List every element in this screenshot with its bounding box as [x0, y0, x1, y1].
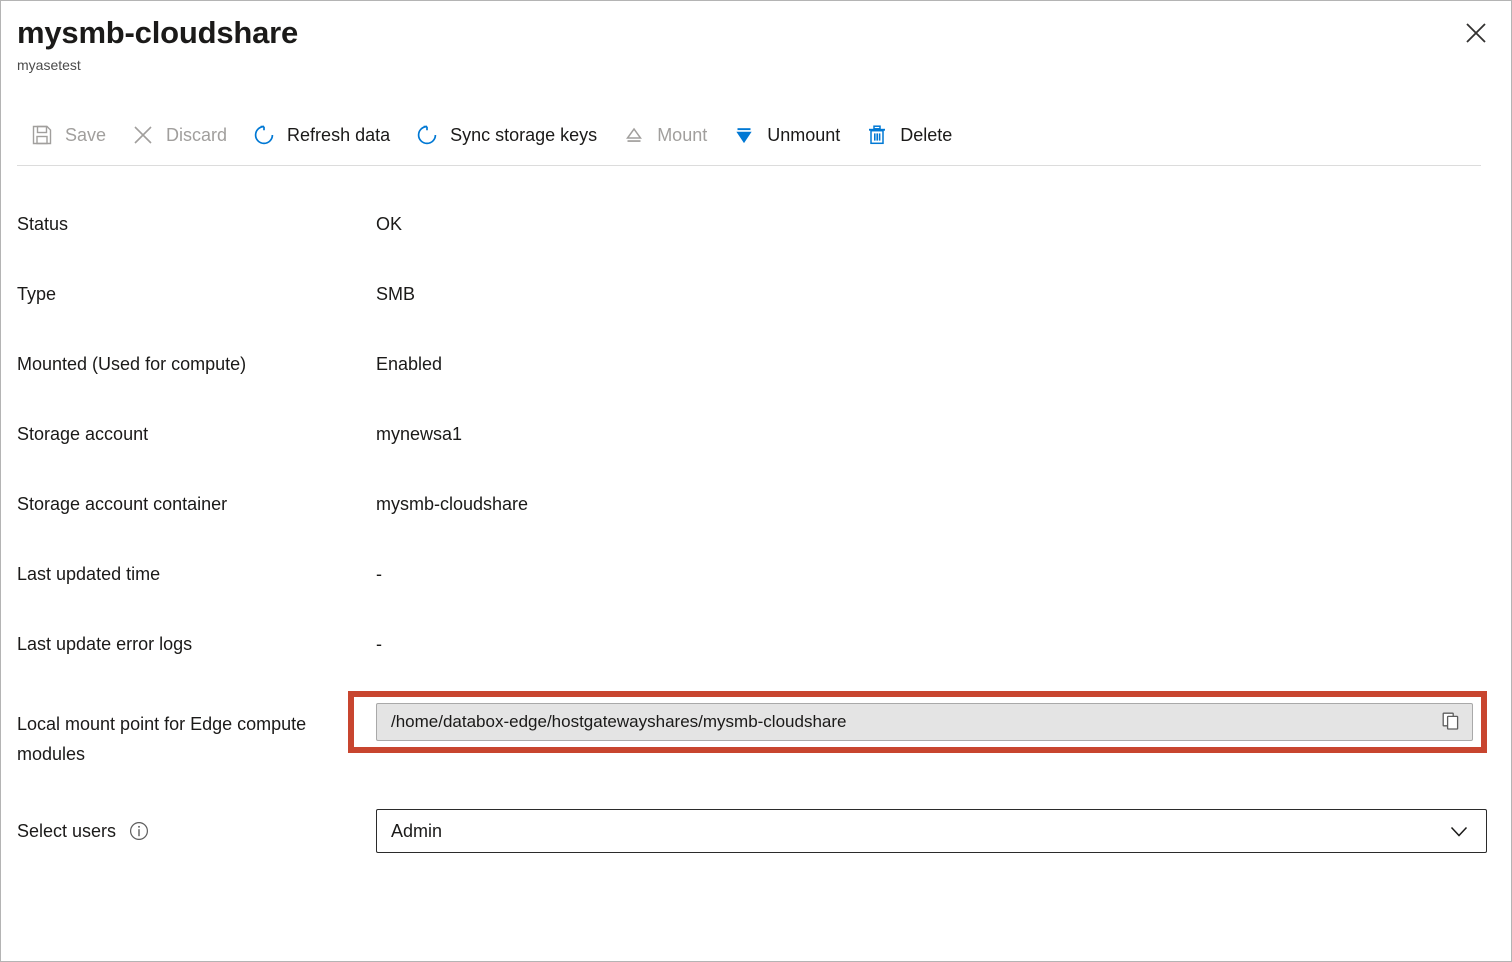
property-label: Storage account	[17, 411, 376, 449]
delete-button[interactable]: Delete	[852, 113, 964, 157]
property-row-local-mount-point: Local mount point for Edge compute modul…	[17, 691, 1487, 791]
property-value: -	[376, 621, 1487, 659]
delete-label: Delete	[900, 125, 952, 146]
unmount-icon	[731, 122, 757, 148]
select-users-dropdown[interactable]: Admin	[376, 809, 1487, 853]
local-mount-point-value: /home/databox-edge/hostgatewayshares/mys…	[391, 712, 846, 732]
property-label: Last update error logs	[17, 621, 376, 659]
property-row-status: Status OK	[17, 201, 1487, 271]
property-row-storage-account-container: Storage account container mysmb-cloudsha…	[17, 481, 1487, 551]
property-row-last-update-error-logs: Last update error logs -	[17, 621, 1487, 691]
refresh-data-label: Refresh data	[287, 125, 390, 146]
page-title: mysmb-cloudshare	[17, 13, 1495, 53]
properties-list: Status OK Type SMB Mounted (Used for com…	[17, 201, 1487, 865]
property-value: -	[376, 551, 1487, 589]
property-value: OK	[376, 201, 1487, 239]
highlight-annotation: /home/databox-edge/hostgatewayshares/mys…	[348, 691, 1487, 753]
unmount-label: Unmount	[767, 125, 840, 146]
property-value: Enabled	[376, 341, 1487, 379]
property-value: SMB	[376, 271, 1487, 309]
sync-storage-keys-label: Sync storage keys	[450, 125, 597, 146]
close-icon	[1462, 19, 1490, 50]
property-label: Storage account container	[17, 481, 376, 519]
refresh-icon	[251, 122, 277, 148]
mount-icon	[621, 122, 647, 148]
local-mount-point-field[interactable]: /home/databox-edge/hostgatewayshares/mys…	[376, 703, 1473, 741]
save-icon	[29, 122, 55, 148]
mount-button[interactable]: Mount	[609, 113, 719, 157]
property-label: Status	[17, 201, 376, 239]
save-label: Save	[65, 125, 106, 146]
property-label: Last updated time	[17, 551, 376, 589]
local-mount-point-label: Local mount point for Edge compute modul…	[17, 691, 348, 769]
trash-icon	[864, 122, 890, 148]
property-label: Mounted (Used for compute)	[17, 341, 376, 379]
property-label: Type	[17, 271, 376, 309]
select-users-label-group: Select users	[17, 820, 376, 842]
property-row-select-users: Select users Admin	[17, 797, 1487, 865]
property-value: mynewsa1	[376, 411, 1487, 449]
property-row-last-updated-time: Last updated time -	[17, 551, 1487, 621]
discard-label: Discard	[166, 125, 227, 146]
select-users-value: Admin	[391, 821, 442, 842]
select-users-label: Select users	[17, 821, 116, 842]
info-icon[interactable]	[128, 820, 150, 842]
blade-header: mysmb-cloudshare myasetest	[1, 1, 1511, 75]
property-value: mysmb-cloudshare	[376, 481, 1487, 519]
mount-label: Mount	[657, 125, 707, 146]
property-row-type: Type SMB	[17, 271, 1487, 341]
sync-icon	[414, 122, 440, 148]
refresh-data-button[interactable]: Refresh data	[239, 113, 402, 157]
discard-button[interactable]: Discard	[118, 113, 239, 157]
page-subtitle: myasetest	[17, 55, 1495, 75]
property-row-storage-account: Storage account mynewsa1	[17, 411, 1487, 481]
copy-icon	[1440, 710, 1462, 735]
unmount-button[interactable]: Unmount	[719, 113, 852, 157]
share-details-blade: mysmb-cloudshare myasetest Save	[0, 0, 1512, 962]
toolbar-divider	[17, 165, 1481, 166]
chevron-down-icon	[1446, 818, 1472, 844]
save-button[interactable]: Save	[17, 113, 118, 157]
copy-to-clipboard-button[interactable]	[1436, 707, 1466, 737]
discard-icon	[130, 122, 156, 148]
property-row-mounted: Mounted (Used for compute) Enabled	[17, 341, 1487, 411]
command-bar: Save Discard Refresh data	[17, 113, 964, 157]
close-button[interactable]	[1455, 13, 1497, 55]
sync-storage-keys-button[interactable]: Sync storage keys	[402, 113, 609, 157]
